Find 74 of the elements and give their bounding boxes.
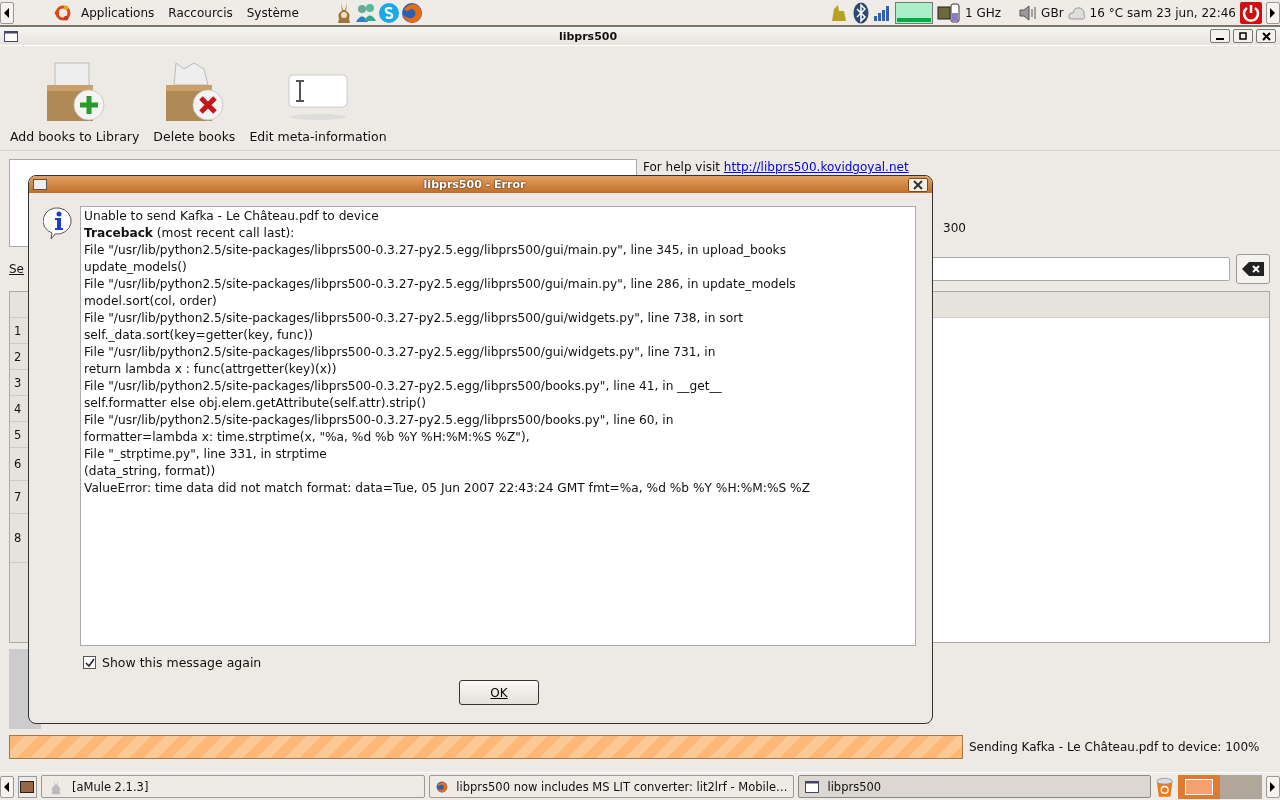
traceback-line: Unable to send Kafka - Le Château.pdf to device [84,208,379,225]
traceback-line: File "_strptime.py", line 331, in strptime [84,446,327,463]
traceback-line: formatter=lambda x: time.strptime(x, "%a, %d %b %Y %H:%M:%S %Z"), [84,429,530,446]
maximize-icon [1239,32,1247,40]
taskbar-item[interactable]: libprs500 [798,775,1152,798]
progress-text: Sending Kafka - Le Château.pdf to device: 100% [969,740,1260,754]
workspace-switcher[interactable] [1178,774,1263,799]
panel-menu[interactable]: Raccourcis [163,5,238,20]
backspace-icon [1242,262,1264,276]
cpu-frequency: 1 GHz [965,5,1002,20]
traceback-line: self.formatter else obj.elem.getAttribute(self.attr).strip() [84,395,427,412]
left-arrow-icon [3,781,10,792]
right-arrow-icon [1270,7,1276,18]
window-menu-icon[interactable] [4,30,18,42]
traceback-line: File "/usr/lib/python2.5/site-packages/libprs500-0.3.27-py2.5.egg/libprs500/gui/widgets.py", line 738, in sort [84,310,743,327]
info-icon [43,206,75,240]
keyboard-layout[interactable]: GBr [1041,5,1064,20]
traceback-line: return lambda x : func(attrgetter(key)(x)) [84,361,337,378]
taskbar-item[interactable]: [aMule 2.1.3] [40,775,426,798]
panel-scroll-left-button[interactable] [0,1,14,24]
clear-search-button[interactable] [1236,254,1270,284]
search-label: Se [9,262,25,276]
dialog-title: libprs500 - Error [422,178,527,191]
power-icon[interactable] [1240,1,1262,24]
cpu-chip-icon[interactable] [937,1,962,24]
traceback-line: model.sort(col, order) [84,293,217,310]
help-link[interactable]: http://libprs500.kovidgoyal.net [723,160,909,174]
device-info-text: 300 [943,221,967,237]
window-menu-icon[interactable] [33,179,47,190]
maximize-button[interactable] [1233,29,1253,43]
traceback-line: self._data.sort(key=getter(key, func)) [84,327,313,344]
traceback-line: File "/usr/lib/python2.5/site-packages/libprs500-0.3.27-py2.5.egg/libprs500/books.py", line 41, in __get__ [84,378,722,395]
close-button[interactable] [908,177,928,192]
distro-logo-icon[interactable] [54,3,72,22]
traceback-line: File "/usr/lib/python2.5/site-packages/libprs500-0.3.27-py2.5.egg/libprs500/gui/main.py", line 345, in upload_books [84,242,786,259]
panel-scroll-right-button[interactable] [1266,775,1280,798]
help-text: For help visit http://libprs500.kovidgoyal.net [643,160,910,174]
panel-menu[interactable]: Applications [76,5,160,20]
checkbox[interactable] [83,656,96,669]
trash-icon[interactable] [1155,775,1175,798]
toolbar-button[interactable]: Add books to Library [6,61,144,144]
traceback-line: update_models() [84,259,187,276]
system-monitor-graph[interactable] [895,1,934,24]
traceback-line: File "/usr/lib/python2.5/site-packages/libprs500-0.3.27-py2.5.egg/libprs500/books.py", line 60, in [84,412,674,429]
traceback-line: Traceback (most recent call last): [84,225,295,242]
checkbox-label[interactable]: Show this message again [102,655,262,670]
globe-fox-icon[interactable] [400,1,423,24]
toolbar-button[interactable]: Edit meta-information [245,61,391,144]
panel-scroll-right-button[interactable] [1266,1,1280,24]
traceback-line: File "/usr/lib/python2.5/site-packages/libprs500-0.3.27-py2.5.egg/libprs500/gui/main.py", line 286, in update_models [84,276,796,293]
bluetooth-icon[interactable] [853,1,870,24]
traceback-line: File "/usr/lib/python2.5/site-packages/libprs500-0.3.27-py2.5.egg/libprs500/gui/widgets.py", line 731, in [84,344,716,361]
close-icon [1261,31,1271,41]
taskbar-item[interactable]: libprs500 now includes MS LIT converter: lit2lrf - Mobile… [429,775,795,798]
clock[interactable]: sam 23 jun, 22:46 [1127,5,1236,20]
signal-bars-icon[interactable] [873,4,892,21]
chat-s-icon[interactable] [377,1,400,24]
temperature[interactable]: 16 °C [1089,5,1124,20]
close-button[interactable] [1256,29,1276,43]
people-icon[interactable] [354,2,377,23]
window-icon [805,780,820,793]
show-desktop-button[interactable] [17,775,37,798]
panel-scroll-left-button[interactable] [0,775,14,798]
toolbar-button[interactable]: Delete books [149,61,240,144]
ok-button[interactable]: OK [459,680,539,705]
traceback-line: (data_string, format)) [84,463,216,480]
right-arrow-icon [1270,781,1277,792]
close-icon [913,179,923,190]
traceback-line: ValueError: time data did not match format: data=Tue, 05 Jun 2007 22:43:24 GMT fmt=%a, %d %b %Y %H:%M:%S %Z [84,480,810,497]
window-title: libprs500 [557,29,619,43]
left-arrow-icon [4,7,10,18]
minimize-button[interactable] [1210,29,1230,43]
panel-menu[interactable]: Système [241,5,304,20]
speaker-icon[interactable] [1019,4,1038,21]
